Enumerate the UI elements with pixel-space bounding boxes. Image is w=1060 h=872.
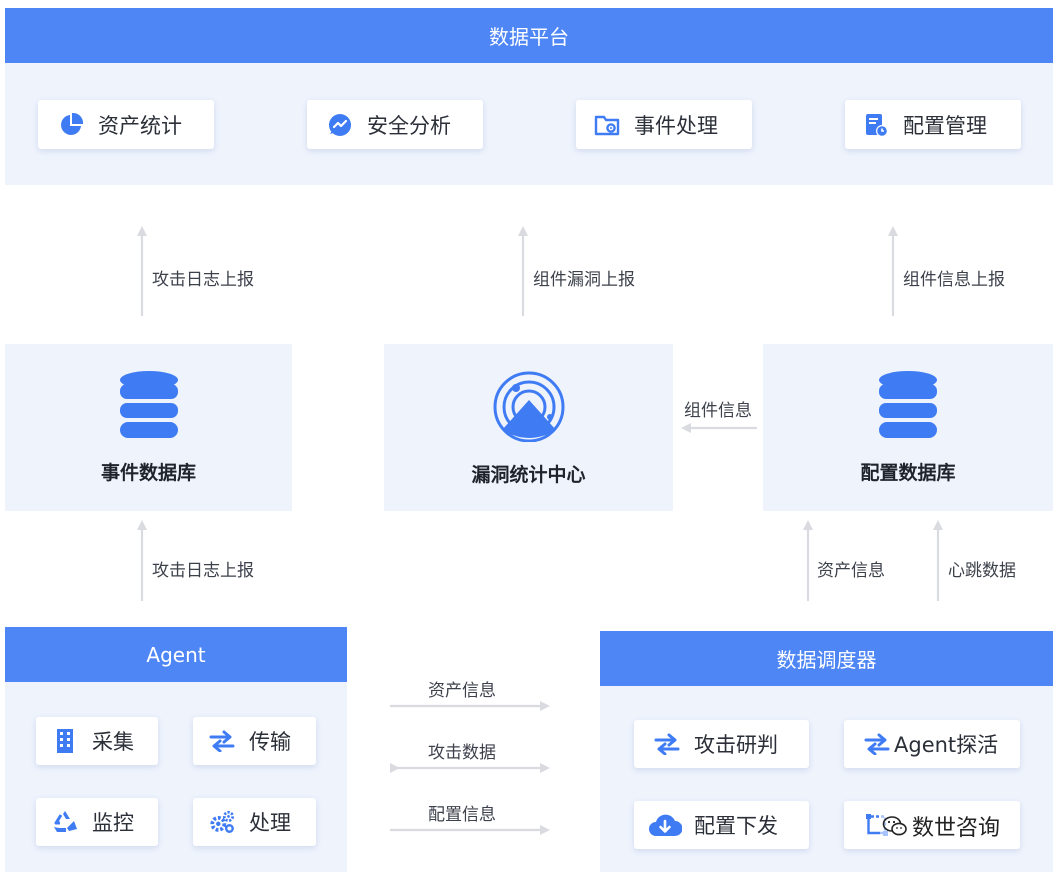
label-asset-info-up: 资产信息 — [817, 561, 885, 581]
building-icon — [52, 728, 78, 754]
agent-transmit[interactable]: 传输 — [193, 717, 316, 765]
agent-process[interactable]: 处理 — [193, 798, 316, 846]
scheduler-function-label: 配置下发 — [694, 814, 778, 838]
label-attack-log-up-bottom: 攻击日志上报 — [152, 561, 254, 581]
scheduler-header: 数据调度器 — [600, 631, 1053, 686]
config-database-label: 配置数据库 — [860, 462, 956, 484]
recycle-icon — [52, 809, 78, 835]
swap-arrows-icon — [209, 728, 235, 754]
label-component-info: 组件信息 — [684, 401, 752, 421]
label-attack-log-up-top: 攻击日志上报 — [152, 270, 254, 290]
scheduler-config-dispatch[interactable]: 配置下发 — [634, 801, 809, 849]
agent-function-label: 处理 — [249, 811, 291, 835]
vuln-center-node[interactable]: 漏洞统计中心 — [384, 344, 673, 511]
scheduler-title: 数据调度器 — [776, 648, 877, 672]
event-database-node[interactable]: 事件数据库 — [5, 344, 292, 511]
agent-function-label: 传输 — [249, 730, 291, 754]
config-database-node[interactable]: 配置数据库 — [763, 344, 1053, 511]
label-config-info-mid: 配置信息 — [428, 805, 496, 825]
label-vuln-up: 组件漏洞上报 — [533, 270, 635, 290]
scheduler-agent-probe[interactable]: Agent探活 — [844, 720, 1020, 768]
gears-icon — [209, 809, 235, 835]
wechat-icon — [882, 815, 908, 837]
cloud-download-icon — [648, 812, 682, 838]
agent-function-label: 监控 — [92, 811, 134, 835]
watermark: 数世咨询 — [880, 810, 1003, 842]
radar-icon — [492, 370, 566, 446]
event-database-label: 事件数据库 — [100, 462, 196, 484]
label-attack-data-mid: 攻击数据 — [428, 743, 496, 763]
database-icon — [877, 370, 939, 444]
swap-arrows-icon — [864, 731, 890, 757]
agent-title: Agent — [146, 642, 206, 667]
scheduler-attack-judge[interactable]: 攻击研判 — [634, 720, 809, 768]
agent-function-label: 采集 — [92, 730, 134, 754]
label-asset-info-mid: 资产信息 — [428, 681, 496, 701]
scheduler-function-label: Agent探活 — [894, 733, 999, 757]
scheduler-function-label: 攻击研判 — [694, 733, 778, 757]
swap-arrows-icon — [654, 731, 680, 757]
database-icon — [118, 370, 180, 444]
watermark-text: 数世咨询 — [912, 816, 1001, 841]
agent-monitor[interactable]: 监控 — [36, 798, 158, 846]
label-component-info-up: 组件信息上报 — [903, 270, 1005, 290]
agent-collect[interactable]: 采集 — [36, 717, 158, 765]
agent-header: Agent — [5, 627, 347, 682]
label-heartbeat-up: 心跳数据 — [948, 561, 1016, 581]
vuln-center-label: 漏洞统计中心 — [471, 464, 586, 486]
